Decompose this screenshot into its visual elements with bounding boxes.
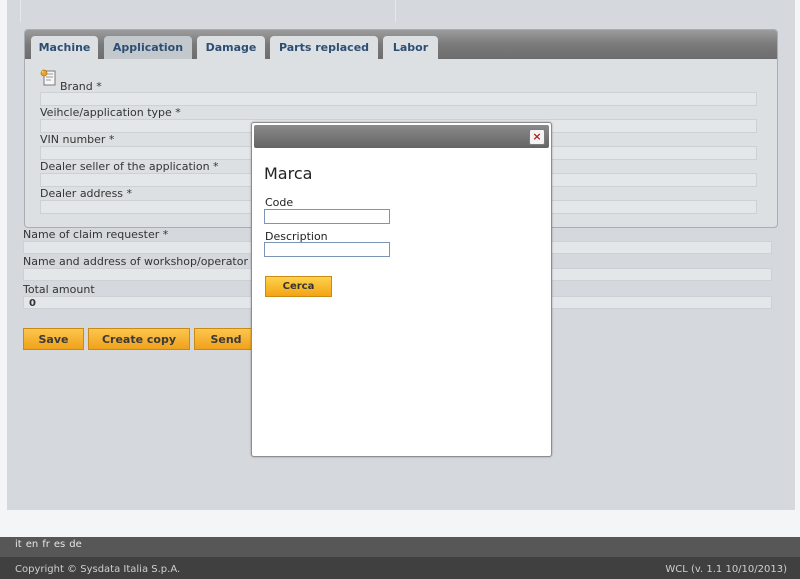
workshop-label: Name and address of workshop/operator w <box>23 255 261 268</box>
language-link-fr[interactable]: fr <box>42 539 50 550</box>
header-divider <box>20 0 21 22</box>
send-button[interactable]: Send <box>194 328 258 350</box>
language-link-it[interactable]: it <box>15 539 22 550</box>
language-link-en[interactable]: en <box>26 539 39 550</box>
claim-requester-label: Name of claim requester * <box>23 228 169 241</box>
create-copy-button[interactable]: Create copy <box>88 328 190 350</box>
tab-damage[interactable]: Damage <box>197 36 265 59</box>
file-search-icon[interactable] <box>40 68 58 88</box>
tab-machine[interactable]: Machine <box>31 36 98 59</box>
tab-bar: Machine Application Damage Parts replace… <box>25 30 777 59</box>
marca-search-dialog: × Marca Code Description Cerca <box>251 122 552 457</box>
language-selector: it en fr es de <box>15 539 86 550</box>
description-input[interactable] <box>264 242 390 257</box>
search-button[interactable]: Cerca <box>265 276 332 297</box>
header-divider <box>395 0 396 22</box>
brand-field[interactable] <box>40 92 757 106</box>
dialog-title: Marca <box>264 164 313 183</box>
version-text: WCL (v. 1.1 10/10/2013) <box>665 564 787 575</box>
close-icon[interactable]: × <box>529 129 545 145</box>
copyright-text: Copyright © Sysdata Italia S.p.A. <box>15 564 181 575</box>
dialog-title-bar[interactable]: × <box>254 125 549 148</box>
vehicle-type-label: Veihcle/application type * <box>40 106 181 119</box>
total-amount-label: Total amount <box>23 283 95 296</box>
dealer-address-label: Dealer address * <box>40 187 133 200</box>
save-button[interactable]: Save <box>23 328 84 350</box>
code-label: Code <box>265 196 294 209</box>
vin-number-label: VIN number * <box>40 133 115 146</box>
tab-parts-replaced[interactable]: Parts replaced <box>270 36 378 59</box>
tab-application[interactable]: Application <box>104 36 192 59</box>
language-link-es[interactable]: es <box>54 539 65 550</box>
language-link-de[interactable]: de <box>69 539 82 550</box>
dealer-seller-label: Dealer seller of the application * <box>40 160 219 173</box>
code-input[interactable] <box>264 209 390 224</box>
language-bar <box>0 537 800 557</box>
tab-labor[interactable]: Labor <box>383 36 438 59</box>
